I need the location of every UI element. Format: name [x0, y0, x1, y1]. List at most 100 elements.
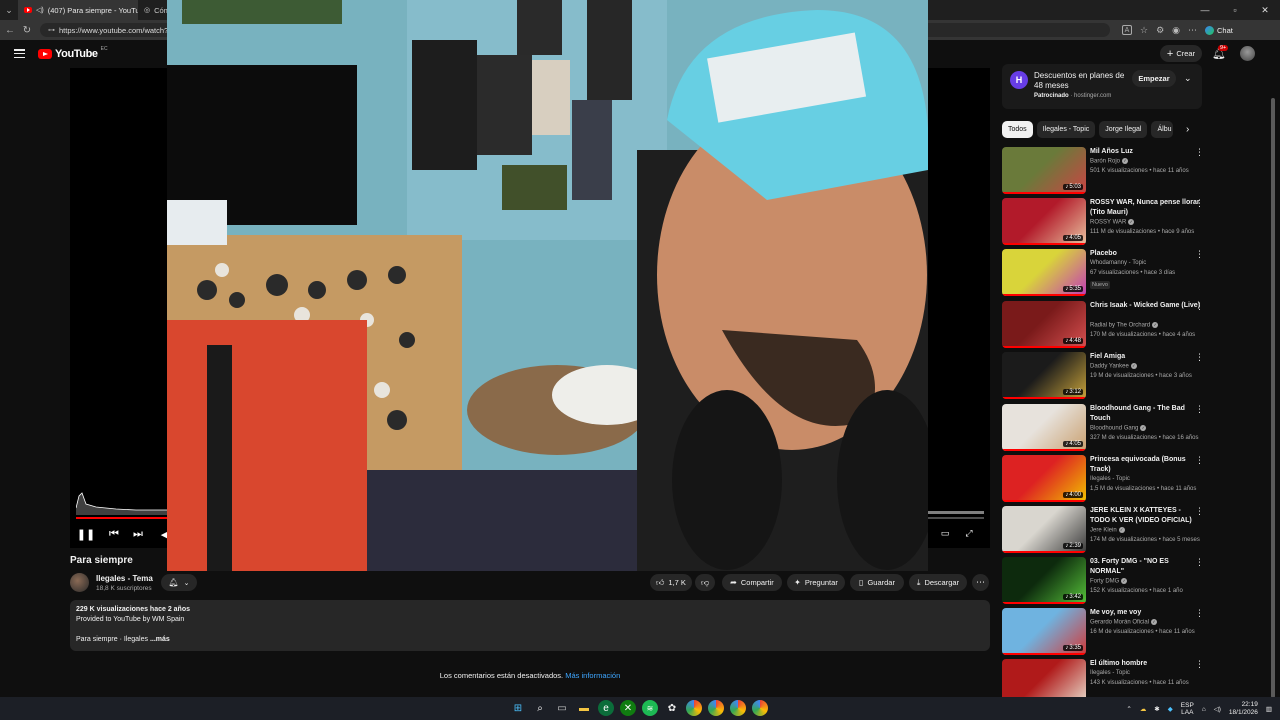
- recommendation-title[interactable]: ROSSY WAR, Nunca pense llorar (Tito Maur…: [1090, 198, 1202, 218]
- file-explorer-icon[interactable]: ▬: [576, 700, 592, 716]
- video-thumbnail[interactable]: ♪ 4:05: [1002, 404, 1086, 451]
- minimize-icon[interactable]: —: [1190, 0, 1220, 20]
- video-thumbnail[interactable]: ♪ 5:35: [1002, 249, 1086, 296]
- extension-icon[interactable]: ⚙: [1156, 25, 1164, 36]
- speaker-icon[interactable]: ◁): [36, 6, 44, 14]
- account-avatar[interactable]: [1240, 46, 1255, 61]
- task-view-icon[interactable]: ▭: [554, 700, 570, 716]
- translate-icon[interactable]: A: [1122, 25, 1132, 35]
- recommendation-title[interactable]: Placebo: [1090, 249, 1202, 259]
- app-tray-icon[interactable]: ◆: [1168, 705, 1173, 713]
- site-info-icon[interactable]: ⊶: [48, 26, 55, 34]
- chip-todos[interactable]: Todos: [1002, 121, 1033, 138]
- recommendation-channel[interactable]: Forty DMG ✓: [1090, 578, 1128, 585]
- bluetooth-icon[interactable]: ✱: [1154, 705, 1159, 713]
- video-thumbnail[interactable]: ♪ 3:35: [1002, 608, 1086, 655]
- fullscreen-icon[interactable]: ⤢: [963, 527, 975, 539]
- chip-ilegales-topic[interactable]: Ilegales - Topic: [1036, 121, 1096, 138]
- recommendation-title[interactable]: El último hombre: [1090, 659, 1202, 669]
- video-thumbnail[interactable]: ♪ 3:12: [1002, 352, 1086, 399]
- clock[interactable]: 22:19 18/1/2026: [1229, 701, 1258, 717]
- recommendation-title[interactable]: Princesa equivocada (Bonus Track): [1090, 455, 1202, 475]
- more-options-icon[interactable]: ⋮: [1195, 455, 1204, 466]
- windows-start-icon[interactable]: ⊞: [510, 700, 526, 716]
- xbox-icon[interactable]: ✕: [620, 700, 636, 716]
- search-icon[interactable]: ⌕: [532, 700, 548, 716]
- recommendation-title[interactable]: Me voy, me voy: [1090, 608, 1202, 618]
- more-options-icon[interactable]: ⋮: [1195, 557, 1204, 568]
- more-options-icon[interactable]: ⋮: [1195, 198, 1204, 209]
- more-options-icon[interactable]: ⋮: [1195, 249, 1204, 260]
- language-indicator[interactable]: ESP LAA: [1181, 702, 1194, 716]
- spotify-icon[interactable]: ≋: [642, 700, 658, 716]
- recommendation-channel[interactable]: Daddy Yankee ✓: [1090, 363, 1137, 370]
- ad-cta-button[interactable]: Empezar: [1132, 70, 1176, 87]
- theater-mode-icon[interactable]: ▭: [939, 527, 951, 539]
- next-icon[interactable]: ⏭︎: [131, 528, 145, 540]
- more-options-icon[interactable]: ⋮: [1195, 404, 1204, 415]
- recommendation-channel[interactable]: Bloodhound Gang ✓: [1090, 425, 1147, 432]
- recommendation-channel[interactable]: Jere Klein ✓: [1090, 527, 1125, 534]
- chat-button[interactable]: Chat: [1205, 25, 1233, 35]
- chip-albums[interactable]: Álbu: [1151, 121, 1174, 138]
- ask-button[interactable]: ✦ Preguntar: [787, 574, 845, 591]
- show-more-link[interactable]: ...más: [150, 636, 170, 643]
- recommendation-item[interactable]: ♪ 3:42 03. Forty DMG - "NO ES NORMAL" Forty…: [1002, 557, 1207, 605]
- more-options-icon[interactable]: ⋮: [1195, 659, 1204, 670]
- bookmark-star-icon[interactable]: ☆: [1140, 25, 1148, 36]
- network-icon[interactable]: ⌂: [1202, 706, 1206, 713]
- pause-icon[interactable]: ❚❚: [77, 528, 95, 541]
- recommendation-item[interactable]: ♪ 2:39 JERE KLEIN X KATTEYES - TODO K VER …: [1002, 506, 1207, 554]
- volume-icon[interactable]: ◁): [1214, 705, 1221, 713]
- learn-more-link[interactable]: Más información: [565, 671, 620, 680]
- channel-avatar[interactable]: [70, 573, 89, 592]
- chrome-icon[interactable]: [686, 700, 702, 716]
- recommendation-item[interactable]: ♪ 5:03 Mil Años Luz Barón Rojo ✓ 501 K visual…: [1002, 147, 1207, 195]
- notification-icon[interactable]: ▥: [1266, 705, 1272, 713]
- recommendation-item[interactable]: ♪ 5:35 Placebo Whodamanny - Topic 67 visuali…: [1002, 249, 1207, 297]
- recommendation-item[interactable]: ♪ 3:35 Me voy, me voy Gerardo Morán Oficial…: [1002, 608, 1207, 656]
- recommendation-title[interactable]: 03. Forty DMG - "NO ES NORMAL": [1090, 557, 1202, 577]
- more-options-icon[interactable]: ⋮: [1195, 608, 1204, 619]
- more-options-icon[interactable]: ⋮: [1195, 301, 1204, 312]
- video-thumbnail[interactable]: ♪ 5:03: [1002, 147, 1086, 194]
- recommendation-channel[interactable]: Radial by The Orchard ✓: [1090, 322, 1159, 329]
- chatgpt-icon[interactable]: ✿: [664, 700, 680, 716]
- create-button[interactable]: + Crear: [1160, 45, 1202, 62]
- maximize-icon[interactable]: ▫: [1220, 0, 1250, 20]
- download-button[interactable]: ⤓ Descargar: [909, 574, 967, 591]
- edge-browser-icon[interactable]: e: [598, 700, 614, 716]
- description-box[interactable]: 229 K visualizaciones hace 2 años Provid…: [70, 600, 990, 651]
- recommendation-title[interactable]: JERE KLEIN X KATTEYES - TODO K VER (VIDE…: [1090, 506, 1202, 526]
- scrollbar-thumb[interactable]: [1271, 98, 1275, 698]
- chrome-icon[interactable]: [730, 700, 746, 716]
- recommendation-title[interactable]: Mil Años Luz: [1090, 147, 1202, 157]
- close-window-icon[interactable]: ✕: [1250, 0, 1280, 20]
- more-options-icon[interactable]: ⋮: [1195, 506, 1204, 517]
- recommendation-title[interactable]: Bloodhound Gang - The Bad Touch: [1090, 404, 1202, 424]
- back-icon[interactable]: ←: [3, 20, 17, 40]
- chrome-icon[interactable]: [752, 700, 768, 716]
- reload-icon[interactable]: ↻: [20, 20, 34, 40]
- video-thumbnail[interactable]: ♪ 4:05: [1002, 198, 1086, 245]
- chevron-right-icon[interactable]: ›: [1186, 124, 1189, 135]
- recommendation-title[interactable]: Chris Isaak - Wicked Game (Live): [1090, 301, 1202, 311]
- recommendation-item[interactable]: ♪ 4:00 Princesa equivocada (Bonus Track) Il…: [1002, 455, 1207, 503]
- recommendation-channel[interactable]: Ilegales - Topic: [1090, 670, 1130, 676]
- dislike-button[interactable]: 👎︎: [695, 574, 715, 591]
- youtube-logo[interactable]: YouTube EC: [38, 46, 108, 60]
- recommendation-channel[interactable]: Whodamanny - Topic: [1090, 260, 1146, 266]
- video-thumbnail[interactable]: ♪ 4:48: [1002, 301, 1086, 348]
- tab-search-button[interactable]: ⌄: [0, 0, 18, 20]
- chip-jorge-ilegal[interactable]: Jorge Ilegal: [1099, 121, 1148, 138]
- save-button[interactable]: ▯ Guardar: [850, 574, 904, 591]
- share-button[interactable]: ➦ Compartir: [722, 574, 782, 591]
- recommendation-item[interactable]: ♪ 4:48 Chris Isaak - Wicked Game (Live) Rad…: [1002, 301, 1207, 349]
- like-button[interactable]: 👍︎ 1,7 K: [650, 574, 692, 591]
- more-options-icon[interactable]: ⋮: [1195, 352, 1204, 363]
- cloud-icon[interactable]: ☁: [1140, 705, 1147, 713]
- video-thumbnail[interactable]: ♪ 2:39: [1002, 506, 1086, 553]
- video-thumbnail[interactable]: ♪ 3:42: [1002, 557, 1086, 604]
- recommendation-item[interactable]: ♪ 3:12 Fiel Amiga Daddy Yankee ✓ 19 M de visu…: [1002, 352, 1207, 400]
- previous-icon[interactable]: ⏮︎: [107, 528, 121, 540]
